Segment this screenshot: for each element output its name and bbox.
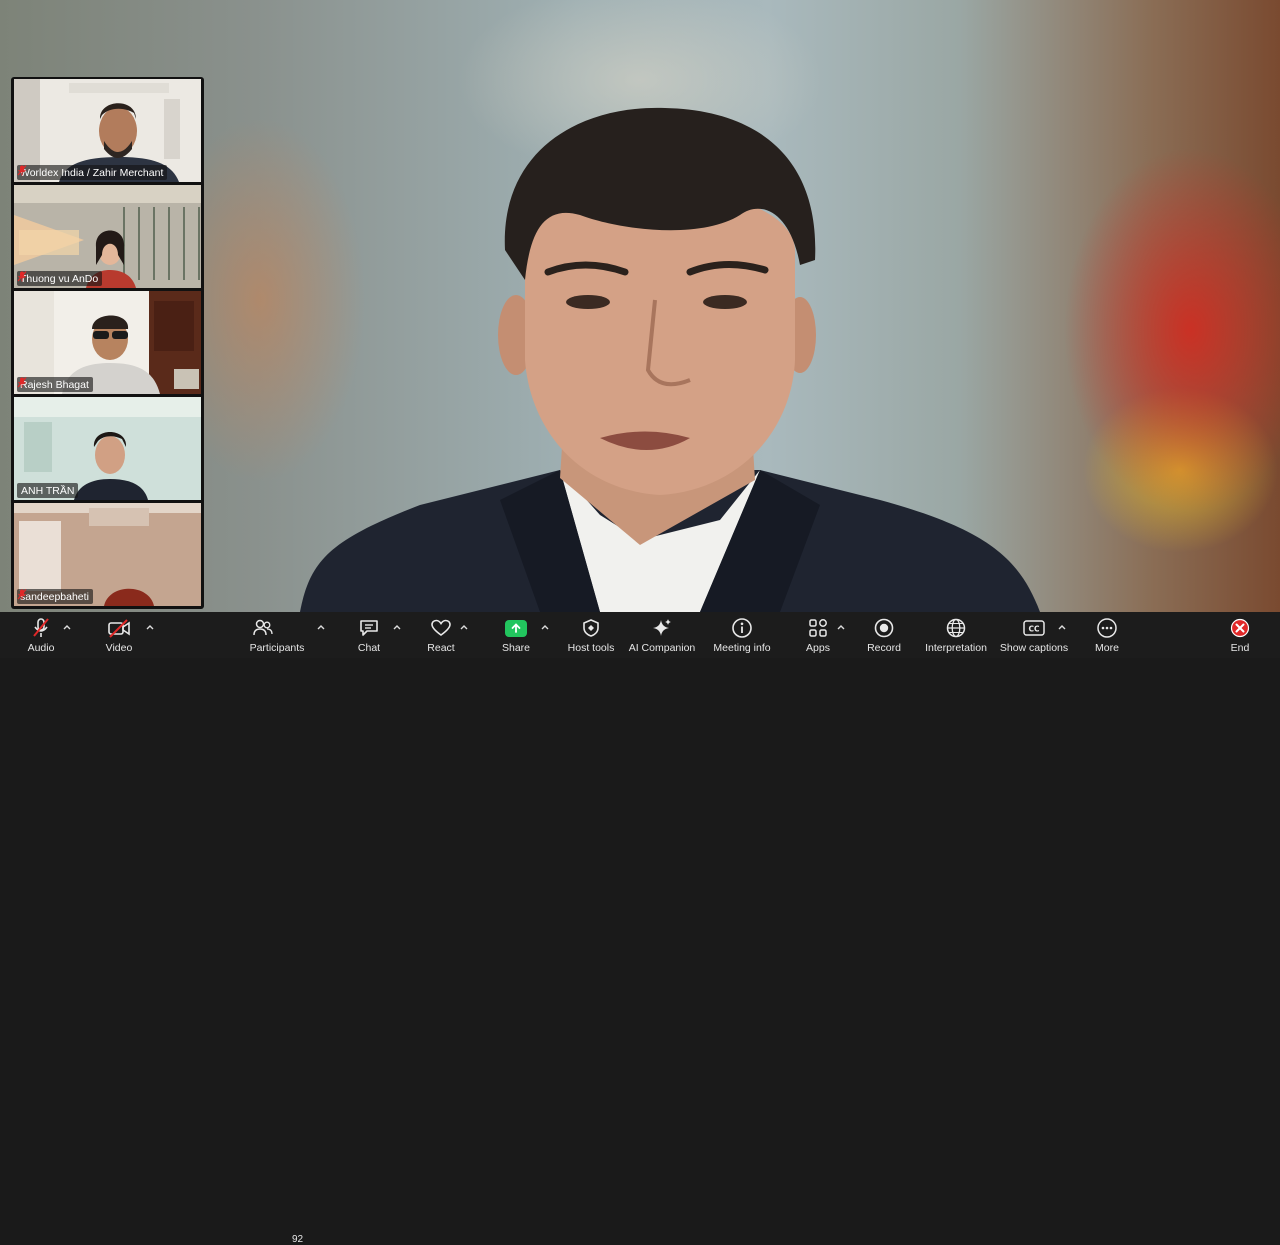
participant-name-tag: ANH TRẦN — [17, 483, 79, 498]
shield-icon — [583, 619, 599, 637]
video-button[interactable]: Video — [100, 616, 138, 658]
chevron-up-icon — [460, 625, 468, 630]
participant-tile[interactable]: Thuong vu AnDo — [14, 185, 201, 288]
muted-mic-icon — [17, 271, 27, 282]
end-call-icon — [1230, 618, 1250, 638]
ai-companion-button[interactable]: AI Companion — [628, 616, 696, 658]
participants-button[interactable]: Participants — [248, 616, 306, 658]
apps-options-caret[interactable] — [836, 622, 846, 632]
participant-tile[interactable]: sandeepbaheti — [14, 503, 201, 606]
participants-label: Participants — [249, 642, 305, 654]
more-button[interactable]: More — [1092, 616, 1122, 658]
chevron-up-icon — [63, 625, 71, 630]
share-options-caret[interactable] — [540, 622, 550, 632]
chevron-up-icon — [1058, 625, 1066, 630]
audio-label: Audio — [27, 642, 55, 654]
react-button[interactable]: React — [424, 616, 458, 658]
chat-options-caret[interactable] — [392, 622, 402, 632]
participant-name: Thuong vu AnDo — [20, 272, 99, 285]
participant-name: Rajesh Bhagat — [20, 378, 89, 391]
apps-button[interactable]: Apps — [803, 616, 833, 658]
chat-button[interactable]: Chat — [352, 616, 386, 658]
react-label: React — [427, 642, 455, 654]
chevron-up-icon — [317, 625, 325, 630]
audio-options-caret[interactable] — [62, 622, 72, 632]
closed-captions-icon: CC — [1023, 620, 1045, 636]
chevron-up-icon — [146, 625, 154, 630]
video-options-caret[interactable] — [145, 622, 155, 632]
video-off-icon — [108, 619, 130, 638]
heart-icon — [431, 619, 451, 636]
muted-mic-icon — [17, 377, 27, 388]
meeting-info-label: Meeting info — [713, 642, 771, 654]
info-icon — [732, 618, 752, 638]
record-button[interactable]: Record — [866, 616, 902, 658]
captions-options-caret[interactable] — [1057, 622, 1067, 632]
interpretation-button[interactable]: Interpretation — [922, 616, 990, 658]
gallery-strip: Worldex India / Zahir Merchant Thuong vu… — [11, 77, 204, 609]
participant-name: ANH TRẦN — [21, 484, 75, 497]
meeting-toolbar: Audio Video Participants 92 Chat React S… — [0, 612, 1280, 1245]
chat-label: Chat — [357, 642, 381, 654]
show-captions-label: Show captions — [999, 642, 1069, 654]
apps-icon — [809, 619, 827, 637]
interpretation-label: Interpretation — [925, 642, 987, 654]
globe-icon — [946, 618, 966, 638]
chevron-up-icon — [837, 625, 845, 630]
muted-mic-icon — [17, 165, 27, 176]
end-meeting-button[interactable]: End — [1225, 616, 1255, 658]
participant-name-tag: sandeepbaheti — [17, 589, 93, 604]
participant-name-tag: Thuong vu AnDo — [17, 271, 103, 286]
sparkle-icon — [653, 619, 671, 636]
video-label: Video — [105, 642, 133, 654]
chat-icon — [360, 620, 378, 636]
chevron-up-icon — [541, 625, 549, 630]
svg-text:CC: CC — [1028, 625, 1040, 634]
muted-mic-icon — [33, 618, 49, 637]
muted-mic-icon — [17, 589, 27, 600]
apps-label: Apps — [806, 642, 830, 654]
participant-tile[interactable]: ANH TRẦN — [14, 397, 201, 500]
record-label: Record — [867, 642, 901, 654]
participant-name: sandeepbaheti — [20, 590, 89, 603]
participant-name-tag: Rajesh Bhagat — [17, 377, 93, 392]
participants-count: 92 — [292, 1234, 304, 1245]
chevron-up-icon — [393, 625, 401, 630]
participants-options-caret[interactable] — [316, 622, 326, 632]
react-options-caret[interactable] — [459, 622, 469, 632]
end-label: End — [1230, 642, 1250, 654]
more-label: More — [1095, 642, 1119, 654]
share-button[interactable]: Share — [497, 616, 535, 658]
participants-icon — [253, 619, 273, 636]
meeting-info-button[interactable]: Meeting info — [710, 616, 774, 658]
participant-tile[interactable]: Worldex India / Zahir Merchant — [14, 79, 201, 182]
participant-tile[interactable]: Rajesh Bhagat — [14, 291, 201, 394]
audio-button[interactable]: Audio — [22, 616, 60, 658]
participant-name: Worldex India / Zahir Merchant — [20, 166, 164, 179]
participant-name-tag: Worldex India / Zahir Merchant — [17, 165, 168, 180]
host-tools-button[interactable]: Host tools — [563, 616, 619, 658]
share-screen-icon — [505, 619, 527, 637]
more-icon — [1097, 618, 1117, 638]
share-label: Share — [501, 642, 531, 654]
host-tools-label: Host tools — [567, 642, 615, 654]
record-icon — [874, 618, 894, 638]
ai-companion-label: AI Companion — [628, 642, 696, 654]
